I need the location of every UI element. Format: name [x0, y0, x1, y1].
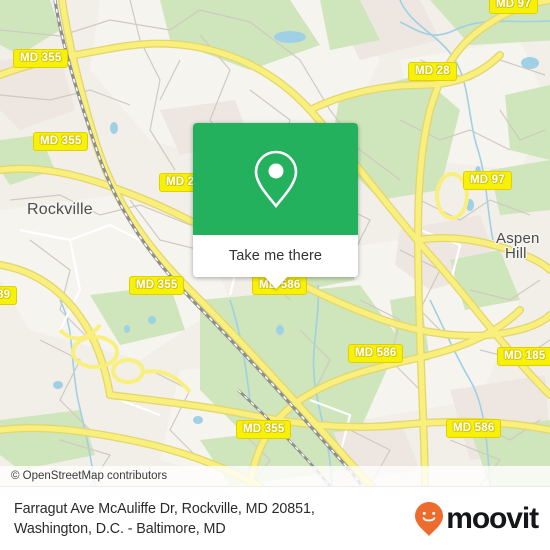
road-shield-md97-e[interactable]: MD 97: [463, 171, 512, 190]
map-canvas[interactable]: Rockville Aspen Hill MD 355 MD 355 MD 28…: [0, 0, 550, 486]
address-line-1: Farragut Ave McAuliffe Dr, Rockville, MD…: [14, 500, 315, 517]
map-screenshot: Rockville Aspen Hill MD 355 MD 355 MD 28…: [0, 0, 550, 550]
popup-pointer: [263, 276, 288, 289]
popup-header: [193, 123, 358, 235]
map-attribution-bar: © OpenStreetMap contributors: [0, 466, 550, 486]
road-shield-md185-e[interactable]: MD 185: [497, 347, 550, 366]
address-block: Farragut Ave McAuliffe Dr, Rockville, MD…: [14, 499, 315, 539]
road-shield-md586-e[interactable]: MD 586: [348, 344, 404, 363]
address-line-2: Washington, D.C. - Baltimore, MD: [14, 520, 226, 537]
road-shield-md28-n[interactable]: MD 28: [408, 62, 457, 81]
road-shield-189-w[interactable]: 89: [0, 286, 18, 305]
road-shield-md355-c[interactable]: MD 355: [129, 276, 185, 295]
road-shield-md355-s[interactable]: MD 355: [236, 420, 292, 439]
moovit-smiley-pin-icon: [415, 501, 444, 536]
location-popup-card[interactable]: Take me there: [193, 123, 358, 289]
road-shield-md586-se[interactable]: MD 586: [446, 419, 502, 438]
road-shield-md355-nw[interactable]: MD 355: [13, 49, 69, 68]
moovit-wordmark: moovit: [446, 501, 539, 535]
take-me-there-button[interactable]: Take me there: [193, 235, 358, 277]
footer-bar: Farragut Ave McAuliffe Dr, Rockville, MD…: [0, 486, 550, 550]
road-shield-md97-ne[interactable]: MD 97: [489, 0, 538, 14]
map-pin-icon: [254, 150, 297, 209]
osm-attribution-text[interactable]: © OpenStreetMap contributors: [0, 470, 167, 482]
road-shield-md355-w[interactable]: MD 355: [33, 132, 89, 151]
moovit-logo[interactable]: moovit: [414, 501, 539, 537]
